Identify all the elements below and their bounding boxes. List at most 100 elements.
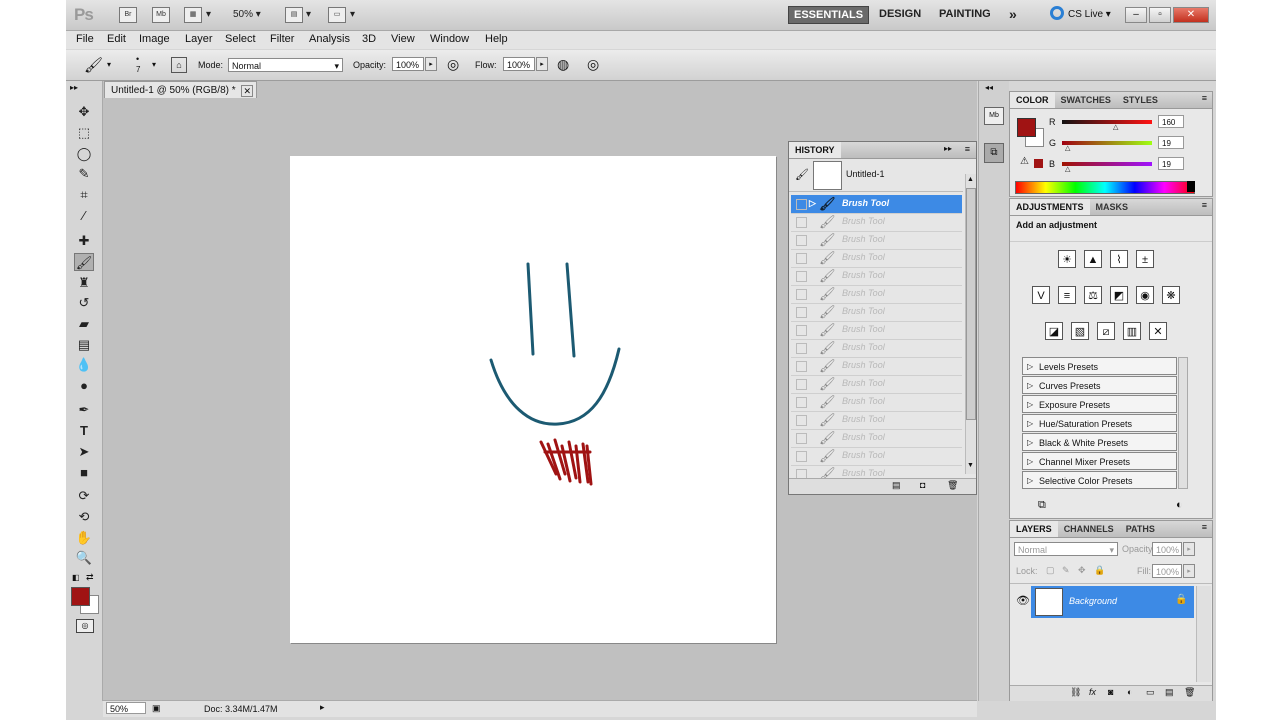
history-state[interactable]: 🖌 Brush Tool: [791, 231, 962, 250]
lock-position-icon[interactable]: ✥: [1078, 565, 1086, 576]
bridge-button[interactable]: Br: [119, 7, 137, 23]
history-source-checkbox[interactable]: [796, 307, 807, 318]
delete-layer-icon[interactable]: 🗑: [1184, 687, 1195, 698]
add-mask-icon[interactable]: ◙: [1108, 687, 1113, 697]
view-extras-icon[interactable]: ▦: [184, 7, 202, 23]
photo-filter-icon[interactable]: ◉: [1136, 286, 1154, 304]
zoom-level-dropdown[interactable]: 50% ▾: [233, 9, 261, 20]
history-state[interactable]: 🖌 Brush Tool: [791, 321, 962, 340]
brush-size-value[interactable]: 7: [136, 65, 140, 74]
path-selection-tool-icon[interactable]: ➤: [74, 443, 94, 461]
history-source-checkbox[interactable]: [796, 325, 807, 336]
blue-slider-track[interactable]: [1062, 162, 1152, 166]
red-slider-handle[interactable]: △: [1113, 123, 1118, 131]
preset-black-white[interactable]: ▷ Black & White Presets: [1022, 433, 1177, 451]
tab-masks[interactable]: MASKS: [1090, 199, 1135, 215]
arrange-documents-icon[interactable]: ▤: [285, 7, 303, 23]
layer-opacity-input[interactable]: 100%: [1152, 542, 1182, 556]
close-button[interactable]: ✕: [1173, 7, 1209, 23]
color-ramp[interactable]: [1015, 181, 1195, 194]
default-colors-icon[interactable]: ◧: [72, 573, 80, 582]
layers-scrollbar[interactable]: [1196, 586, 1211, 682]
blur-tool-icon[interactable]: 💧: [74, 356, 94, 374]
out-of-gamut-warning-icon[interactable]: ⚠: [1020, 156, 1029, 167]
menu-edit[interactable]: Edit: [107, 33, 126, 45]
history-source-checkbox[interactable]: [796, 361, 807, 372]
eyedropper-tool-icon[interactable]: ⁄: [74, 207, 94, 225]
clip-to-layer-icon[interactable]: ⧉: [1038, 499, 1046, 512]
history-snapshot[interactable]: 🖌 Untitled-1: [789, 159, 963, 192]
tab-channels[interactable]: CHANNELS: [1058, 521, 1120, 537]
cs-live-icon[interactable]: [1050, 6, 1064, 20]
hue-saturation-icon[interactable]: ≡: [1058, 286, 1076, 304]
history-state[interactable]: 🖌 Brush Tool: [791, 411, 962, 430]
green-value-input[interactable]: 19: [1158, 136, 1184, 149]
maximize-button[interactable]: ▫: [1149, 7, 1171, 23]
new-adjustment-layer-icon[interactable]: ◐: [1127, 687, 1132, 697]
brightness-contrast-icon[interactable]: ☀: [1058, 250, 1076, 268]
layer-opacity-slider-button[interactable]: ▸: [1183, 542, 1195, 556]
levels-icon[interactable]: ▲: [1084, 250, 1102, 268]
marquee-tool-icon[interactable]: ⬚: [74, 124, 94, 142]
flow-slider-button[interactable]: ▸: [536, 57, 548, 71]
brush-tool-preset-icon[interactable]: 🖌: [84, 56, 103, 74]
history-state[interactable]: 🖌 Brush Tool: [791, 375, 962, 394]
pen-tool-icon[interactable]: ✒: [74, 401, 94, 419]
history-source-checkbox[interactable]: [796, 379, 807, 390]
new-snapshot-icon[interactable]: ◘: [920, 480, 925, 490]
history-state[interactable]: ▷ 🖌 Brush Tool: [791, 195, 962, 214]
collapse-toolbox-icon[interactable]: ▸▸: [70, 83, 78, 92]
minimize-button[interactable]: –: [1125, 7, 1147, 23]
panel-menu-icon[interactable]: ≡: [1202, 93, 1207, 103]
history-source-checkbox[interactable]: [796, 415, 807, 426]
panel-menu-icon[interactable]: ≡: [1202, 522, 1207, 532]
layer-name[interactable]: Background: [1069, 596, 1117, 606]
layer-visibility-eye-icon[interactable]: 👁: [1016, 594, 1030, 607]
history-source-checkbox[interactable]: [796, 271, 807, 282]
invert-icon[interactable]: ◪: [1045, 322, 1063, 340]
history-source-checkbox[interactable]: [796, 343, 807, 354]
layer-style-icon[interactable]: fx: [1089, 687, 1096, 697]
history-state[interactable]: 🖌 Brush Tool: [791, 429, 962, 448]
history-panel-icon[interactable]: ⧉: [984, 143, 1004, 163]
new-document-from-state-icon[interactable]: ▤: [892, 480, 901, 491]
black-white-icon[interactable]: ◩: [1110, 286, 1128, 304]
chevron-down-icon[interactable]: ▾: [107, 60, 111, 69]
healing-brush-tool-icon[interactable]: ✚: [74, 232, 94, 250]
threshold-icon[interactable]: ⧄: [1097, 322, 1115, 340]
preset-selective-color[interactable]: ▷ Selective Color Presets: [1022, 471, 1177, 489]
history-state[interactable]: 🖌 Brush Tool: [791, 213, 962, 232]
tablet-pressure-opacity-icon[interactable]: ◎: [447, 56, 459, 73]
tab-paths[interactable]: PATHS: [1120, 521, 1161, 537]
flow-input[interactable]: 100%: [503, 57, 535, 71]
history-state[interactable]: 🖌 Brush Tool: [791, 267, 962, 286]
preset-curves[interactable]: ▷ Curves Presets: [1022, 376, 1177, 394]
blue-value-input[interactable]: 19: [1158, 157, 1184, 170]
chevron-down-icon[interactable]: ▾: [350, 9, 355, 20]
history-source-checkbox[interactable]: [796, 433, 807, 444]
layer-row-background[interactable]: Background 🔒: [1031, 586, 1194, 618]
workspace-painting[interactable]: PAINTING: [939, 8, 991, 20]
curves-icon[interactable]: ⌇: [1110, 250, 1128, 268]
menu-file[interactable]: File: [76, 33, 94, 45]
lasso-tool-icon[interactable]: ◯: [74, 145, 94, 163]
tab-swatches[interactable]: SWATCHES: [1055, 92, 1117, 108]
rectangle-tool-icon[interactable]: ■: [74, 464, 94, 482]
gradient-map-icon[interactable]: ▥: [1123, 322, 1141, 340]
move-tool-icon[interactable]: ✥: [74, 103, 94, 121]
hand-tool-icon[interactable]: ✋: [74, 529, 94, 547]
menu-select[interactable]: Select: [225, 33, 256, 45]
new-layer-icon[interactable]: ▤: [1165, 687, 1174, 698]
swap-colors-icon[interactable]: ⇄: [86, 572, 94, 583]
chevron-down-icon[interactable]: ▾: [206, 9, 211, 20]
adjustment-options-icon[interactable]: ◐: [1176, 499, 1183, 511]
dodge-tool-icon[interactable]: ●: [74, 377, 94, 395]
foreground-color-chip[interactable]: [1017, 118, 1036, 137]
fill-slider-button[interactable]: ▸: [1183, 564, 1195, 578]
lock-all-icon[interactable]: 🔒: [1094, 565, 1105, 576]
3d-orbit-tool-icon[interactable]: ⟲: [74, 508, 94, 526]
lock-transparent-icon[interactable]: ▢: [1046, 565, 1055, 576]
color-balance-icon[interactable]: ⚖: [1084, 286, 1102, 304]
zoom-tool-icon[interactable]: 🔍: [74, 549, 94, 567]
history-source-checkbox[interactable]: [796, 253, 807, 264]
